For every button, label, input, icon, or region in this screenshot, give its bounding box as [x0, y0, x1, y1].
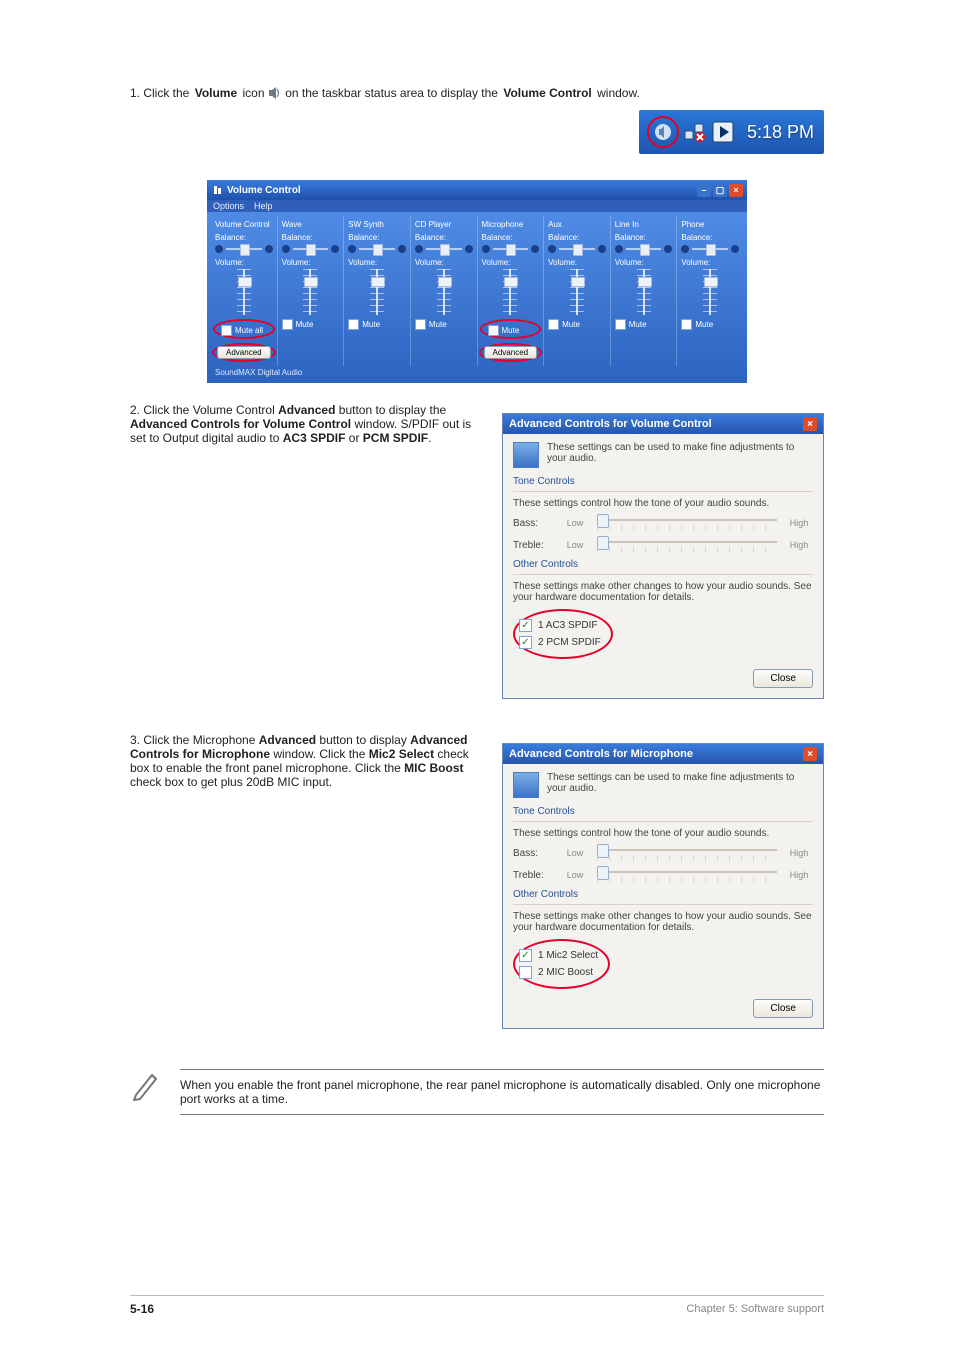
col-header: Microphone — [480, 220, 542, 229]
volume-slider[interactable] — [437, 269, 451, 315]
mute-checkbox[interactable]: Mute — [348, 319, 408, 330]
balance-slider[interactable] — [215, 244, 273, 254]
balance-slider[interactable] — [548, 244, 606, 254]
microphone-advanced-button[interactable]: Advanced — [484, 346, 538, 359]
tone-desc: These settings control how the tone of y… — [513, 498, 813, 509]
treble-slider-row: Treble: Low High — [513, 867, 813, 883]
col-header: Line In — [613, 220, 675, 229]
other-controls-heading: Other Controls — [513, 559, 813, 570]
mic-boost-checkbox[interactable]: 2 MIC Boost — [519, 966, 598, 979]
info-icon — [513, 442, 539, 468]
mute-checkbox[interactable]: Mute — [415, 319, 475, 330]
tone-desc: These settings control how the tone of y… — [513, 828, 813, 839]
mute-checkbox[interactable]: Mute — [282, 319, 342, 330]
dialog-info-text: These settings can be used to make fine … — [547, 772, 813, 794]
volume-slider[interactable] — [237, 269, 251, 315]
bass-slider-row: Bass: Low High — [513, 845, 813, 861]
balance-slider[interactable] — [282, 244, 340, 254]
taskbar-time: 5:18 PM — [747, 122, 814, 143]
other-controls-heading: Other Controls — [513, 889, 813, 900]
mute-all-checkbox[interactable]: Mute all — [221, 325, 263, 336]
bass-slider-row: Bass: Low High — [513, 515, 813, 531]
step-1-text: 1. Click the Volume icon on the taskbar … — [130, 86, 824, 100]
menu-bar: Options Help — [207, 200, 747, 212]
tone-controls-heading: Tone Controls — [513, 806, 813, 817]
mute-checkbox[interactable]: Mute — [548, 319, 608, 330]
mic-mute-checkbox[interactable]: Mute — [488, 325, 520, 336]
other-desc: These settings make other changes to how… — [513, 911, 813, 933]
advanced-volume-dialog: Advanced Controls for Volume Control × T… — [502, 413, 824, 699]
volume-slider[interactable] — [370, 269, 384, 315]
note-pencil-icon — [130, 1067, 164, 1101]
maximize-button[interactable]: ▢ — [713, 184, 727, 197]
mute-checkbox[interactable]: Mute — [681, 319, 741, 330]
status-text: SoundMAX Digital Audio — [211, 366, 743, 377]
close-icon[interactable]: × — [803, 747, 817, 761]
note-text: When you enable the front panel micropho… — [180, 1078, 824, 1106]
volume-slider[interactable] — [303, 269, 317, 315]
volume-advanced-button[interactable]: Advanced — [217, 346, 271, 359]
network-tray-icon[interactable] — [681, 118, 709, 146]
balance-slider[interactable] — [681, 244, 739, 254]
treble-slider[interactable] — [597, 537, 777, 553]
col-header: Volume Control — [213, 220, 275, 229]
step-2-text: 2. Click the Volume Control Advanced but… — [130, 403, 484, 445]
ac3-spdif-checkbox[interactable]: 1 AC3 SPDIF — [519, 619, 601, 632]
app-icon — [211, 184, 223, 196]
col-header: Wave — [280, 220, 342, 229]
menu-options[interactable]: Options — [213, 201, 244, 211]
balance-slider[interactable] — [348, 244, 406, 254]
col-header: SW Synth — [346, 220, 408, 229]
volume-slider[interactable] — [637, 269, 651, 315]
close-icon[interactable]: × — [803, 417, 817, 431]
close-button[interactable]: Close — [753, 669, 813, 688]
pcm-spdif-checkbox[interactable]: 2 PCM SPDIF — [519, 636, 601, 649]
balance-slider[interactable] — [482, 244, 540, 254]
dialog-info-text: These settings can be used to make fine … — [547, 442, 813, 464]
close-button[interactable]: × — [729, 184, 743, 197]
menu-help[interactable]: Help — [254, 201, 273, 211]
bass-slider[interactable] — [597, 845, 777, 861]
dialog-title: Advanced Controls for Microphone — [509, 748, 693, 760]
step-3-text: 3. Click the Microphone Advanced button … — [130, 733, 484, 789]
volume-slider[interactable] — [503, 269, 517, 315]
play-tray-icon[interactable] — [709, 118, 737, 146]
col-header: Phone — [679, 220, 741, 229]
mute-checkbox[interactable]: Mute — [615, 319, 675, 330]
taskbar: 5:18 PM — [639, 110, 824, 154]
minimize-button[interactable]: – — [697, 184, 711, 197]
col-header: CD Player — [413, 220, 475, 229]
balance-slider[interactable] — [615, 244, 673, 254]
page-footer: 5-16 Chapter 5: Software support — [130, 1295, 824, 1316]
balance-slider[interactable] — [415, 244, 473, 254]
tone-controls-heading: Tone Controls — [513, 476, 813, 487]
volume-slider[interactable] — [703, 269, 717, 315]
mic2-select-checkbox[interactable]: 1 Mic2 Select — [519, 949, 598, 962]
volume-control-window: Volume Control – ▢ × Options Help Volume… — [207, 180, 747, 383]
window-title: Volume Control — [227, 185, 301, 196]
volume-tray-icon[interactable] — [647, 116, 679, 148]
col-header: Aux — [546, 220, 608, 229]
dialog-title: Advanced Controls for Volume Control — [509, 418, 712, 430]
treble-slider-row: Treble: Low High — [513, 537, 813, 553]
note-block: When you enable the front panel micropho… — [130, 1067, 824, 1123]
info-icon — [513, 772, 539, 798]
advanced-microphone-dialog: Advanced Controls for Microphone × These… — [502, 743, 824, 1029]
other-desc: These settings make other changes to how… — [513, 581, 813, 603]
volume-small-icon — [268, 87, 282, 99]
bass-slider[interactable] — [597, 515, 777, 531]
close-button[interactable]: Close — [753, 999, 813, 1018]
volume-slider[interactable] — [570, 269, 584, 315]
treble-slider[interactable] — [597, 867, 777, 883]
